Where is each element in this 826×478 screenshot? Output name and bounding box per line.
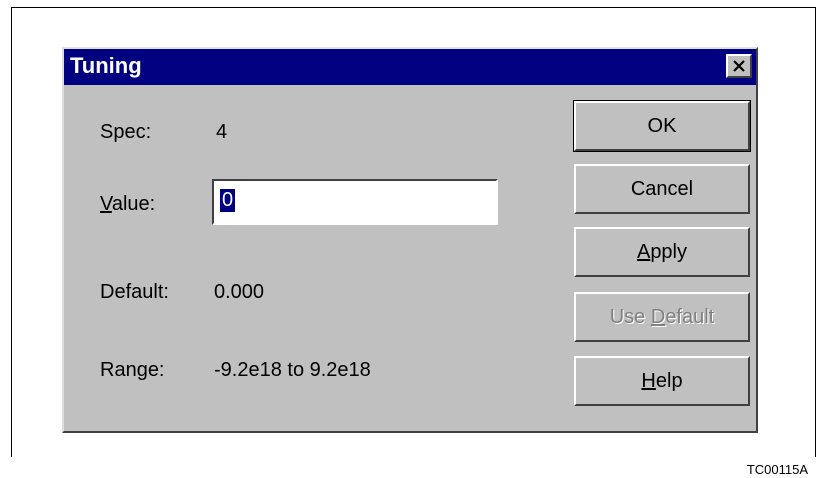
value-label-rest: alue: [111,193,156,215]
use-default-button: Use Default [574,292,750,342]
figure-id: TC00115A [746,462,808,477]
use-default-mnemonic: D [650,305,666,328]
help-rest: elp [655,369,683,392]
range-label: Range: [100,359,165,381]
dialog-title: Tuning [70,53,142,78]
close-icon [733,60,745,72]
apply-mnemonic: A [636,240,651,263]
use-default-rest: efault [665,305,715,328]
apply-button[interactable]: Apply [574,227,750,277]
value-input[interactable]: 0 [212,179,498,225]
ok-button[interactable]: OK [573,100,751,152]
apply-rest: pply [650,240,688,263]
value-label: Value: [100,193,155,216]
value-input-text: 0 [220,189,236,212]
help-mnemonic: H [641,369,656,392]
dialog-titlebar[interactable]: Tuning [64,49,756,85]
use-default-prefix: Use [609,305,651,328]
close-button[interactable] [726,54,752,78]
cancel-button[interactable]: Cancel [574,164,750,214]
default-label: Default: [100,281,169,303]
value-label-mnemonic: V [100,193,112,215]
tuning-dialog: Tuning Spec: 4 Value: 0 Default: 0.000 R… [62,47,758,433]
spec-value: 4 [216,121,228,143]
default-value: 0.000 [214,281,265,303]
help-button[interactable]: Help [574,356,750,406]
spec-label: Spec: [100,121,152,143]
range-value: -9.2e18 to 9.2e18 [214,359,371,381]
